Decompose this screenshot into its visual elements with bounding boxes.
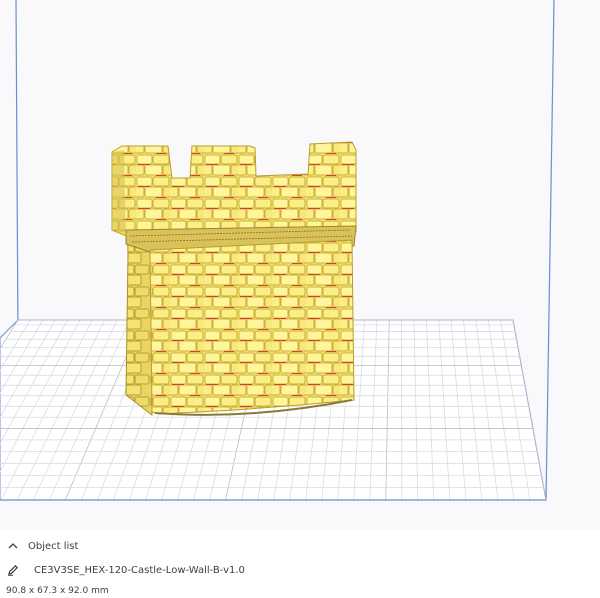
castle-wall-model[interactable] xyxy=(111,141,357,417)
build-volume-edge-left xyxy=(15,0,19,339)
chevron-up-icon xyxy=(6,539,20,553)
3d-viewport[interactable] xyxy=(0,0,600,530)
object-list-toggle[interactable]: Object list xyxy=(6,538,78,554)
object-panel: Object list CE3V3SE_HEX-120-Castle-Low-W… xyxy=(0,530,600,598)
pencil-icon[interactable] xyxy=(6,563,20,577)
object-list-label: Object list xyxy=(28,540,79,552)
object-list-item[interactable]: CE3V3SE_HEX-120-Castle-Low-Wall-B-v1.0 xyxy=(6,562,245,578)
object-name: CE3V3SE_HEX-120-Castle-Low-Wall-B-v1.0 xyxy=(34,564,245,576)
build-volume-edge-right xyxy=(545,0,555,501)
object-dimensions: 90.8 x 67.3 x 92.0 mm xyxy=(6,586,109,596)
build-volume-scene[interactable] xyxy=(0,0,600,530)
